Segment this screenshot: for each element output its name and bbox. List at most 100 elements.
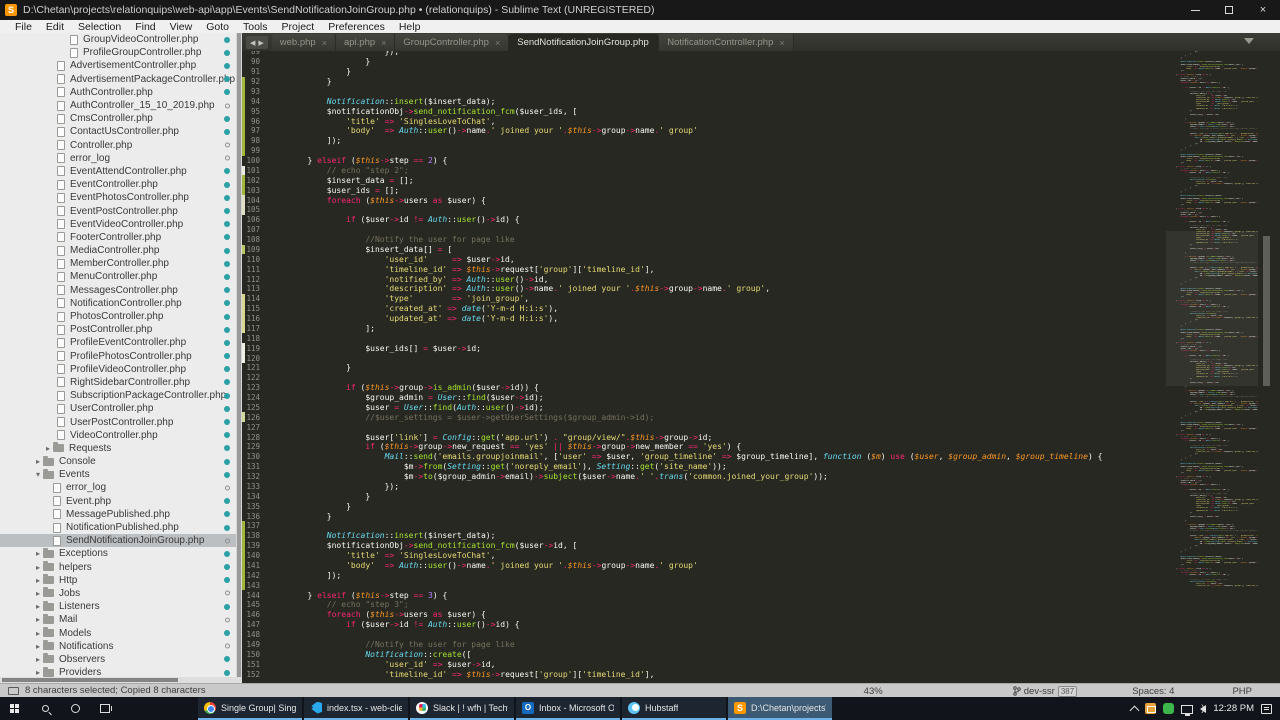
line-number[interactable]: 129 [245,442,269,451]
line-number[interactable]: 94 [245,97,269,106]
tray-hubstaff-icon[interactable] [1163,703,1174,714]
tree-file-error-log[interactable]: error_log [0,152,242,165]
tree-folder-requests[interactable]: ▸Requests [0,442,242,455]
tree-file-menucontroller-php[interactable]: MenuController.php [0,270,242,283]
tab-nav-arrows[interactable]: ◀ ▶ [246,36,268,49]
tree-file-eventpostcontroller-php[interactable]: EventPostController.php [0,204,242,217]
tree-file-groupvideocontroller-php[interactable]: GroupVideoController.php [0,33,242,46]
taskbar-app-sublime[interactable]: SD:\Chetan\projects\r... [728,697,832,720]
tree-file-profileeventcontroller-php[interactable]: ProfileEventController.php [0,336,242,349]
line-number[interactable]: 91 [245,67,269,76]
git-branch-indicator[interactable]: dev-ssr 387 [1013,686,1078,697]
tree-folder-models[interactable]: ▸Models [0,626,242,639]
tab-api.php[interactable]: api.php× [336,34,395,51]
tree-file-profilegroupcontroller-php[interactable]: ProfileGroupController.php [0,46,242,59]
taskbar-app-vscode[interactable]: index.tsx - web-client... [304,697,408,720]
line-number[interactable]: 131 [245,462,269,471]
tray-mail-icon[interactable] [1145,703,1156,714]
task-view-button[interactable] [90,697,120,720]
line-number[interactable]: 95 [245,107,269,116]
expand-icon[interactable]: ▸ [33,589,43,598]
tree-file-event-php[interactable]: Event.php [0,495,242,508]
line-number[interactable]: 118 [245,334,269,343]
expand-icon[interactable]: ▸ [33,549,43,558]
tree-file-postcontroller-php[interactable]: PostController.php [0,323,242,336]
tab-NotificationController.php[interactable]: NotificationController.php× [659,34,793,51]
line-number[interactable]: 149 [245,640,269,649]
line-number[interactable]: 143 [245,581,269,590]
line-number[interactable]: 134 [245,492,269,501]
line-number[interactable]: 98 [245,136,269,145]
menu-find[interactable]: Find [128,21,162,33]
line-number[interactable]: 124 [245,393,269,402]
search-button[interactable] [30,697,60,720]
tab-web.php[interactable]: web.php× [272,34,336,51]
menu-edit[interactable]: Edit [39,21,71,33]
line-number[interactable]: 125 [245,403,269,412]
line-number[interactable]: 137 [245,521,269,530]
line-number[interactable]: 114 [245,294,269,303]
expand-icon[interactable]: ▸ [33,629,43,638]
tray-network-icon[interactable] [1181,705,1193,714]
code-view[interactable]: 89 });90 }91 }92 }9394 Notification::ins… [242,51,1280,683]
line-number[interactable]: 139 [245,541,269,550]
line-number[interactable]: 148 [245,630,269,639]
line-number[interactable]: 140 [245,551,269,560]
expand-icon[interactable]: ▸ [33,668,43,677]
line-number[interactable]: 145 [245,600,269,609]
tree-file-profilephotoscontroller-php[interactable]: ProfilePhotosController.php [0,350,242,363]
line-number[interactable]: 128 [245,433,269,442]
line-number[interactable]: 141 [245,561,269,570]
line-number[interactable]: 138 [245,531,269,540]
tray-volume-icon[interactable] [1200,705,1206,713]
menu-goto[interactable]: Goto [199,21,236,33]
tree-file-subscriptionpackagecontroller-php[interactable]: SubscriptionPackageController.php [0,389,242,402]
tree-file-cmscontroller-php[interactable]: CmsController.php [0,112,242,125]
expand-icon[interactable]: ▸ [33,457,43,466]
tree-file-eventvideocontroller-php[interactable]: EventVideoController.php [0,218,242,231]
expand-icon[interactable]: ▸ [33,602,43,611]
line-number[interactable]: 120 [245,354,269,363]
line-number[interactable]: 89 [245,51,269,56]
line-number[interactable]: 97 [245,126,269,135]
tray-chevron-up-icon[interactable] [1130,705,1140,715]
menu-project[interactable]: Project [275,21,322,33]
cortana-button[interactable] [60,697,90,720]
tree-file-messagepublished-php[interactable]: MessagePublished.php [0,508,242,521]
collapse-icon[interactable]: ▾ [33,470,43,479]
line-number[interactable]: 93 [245,87,269,96]
tree-file-authcontroller-php[interactable]: AuthController.php [0,86,242,99]
tab-close-icon[interactable]: × [779,38,784,48]
taskbar-app-outlook[interactable]: OInbox - Microsoft Out... [516,697,620,720]
line-number[interactable]: 102 [245,176,269,185]
tab-prev-icon[interactable]: ◀ [250,39,255,47]
tab-close-icon[interactable]: × [322,38,327,48]
line-number[interactable]: 144 [245,591,269,600]
line-number[interactable]: 103 [245,186,269,195]
tree-file-userpostcontroller-php[interactable]: UserPostController.php [0,415,242,428]
editor-vertical-scrollbar[interactable] [1263,51,1270,683]
line-number[interactable]: 110 [245,255,269,264]
tree-folder-events[interactable]: ▾Events [0,468,242,481]
tree-file-authcontroller-15-10-2019-php[interactable]: AuthController_15_10_2019.php [0,99,242,112]
minimap-viewport[interactable] [1166,231,1258,386]
line-number[interactable]: 151 [245,660,269,669]
tree-file-contactuscontroller-php[interactable]: ContactUsController.php [0,125,242,138]
line-number[interactable]: 101 [245,166,269,175]
taskbar-app-hubstaff[interactable]: Hubstaff [622,697,726,720]
tree-file-error-log[interactable]: error_log [0,481,242,494]
tab-next-icon[interactable]: ▶ [258,39,263,47]
line-number[interactable]: 111 [245,265,269,274]
menu-preferences[interactable]: Preferences [321,21,392,33]
tree-folder-console[interactable]: ▸Console [0,455,242,468]
tree-file-notificationcontroller-php[interactable]: NotificationController.php [0,297,242,310]
line-number[interactable]: 119 [245,344,269,353]
tree-folder-mail[interactable]: ▸Mail [0,613,242,626]
line-number[interactable]: 100 [245,156,269,165]
tree-file-footercontroller-php[interactable]: FooterController.php [0,231,242,244]
line-number[interactable]: 122 [245,373,269,382]
expand-icon[interactable]: ▸ [33,615,43,624]
line-number[interactable]: 108 [245,235,269,244]
minimize-button[interactable] [1178,0,1212,20]
menu-tools[interactable]: Tools [236,21,275,33]
